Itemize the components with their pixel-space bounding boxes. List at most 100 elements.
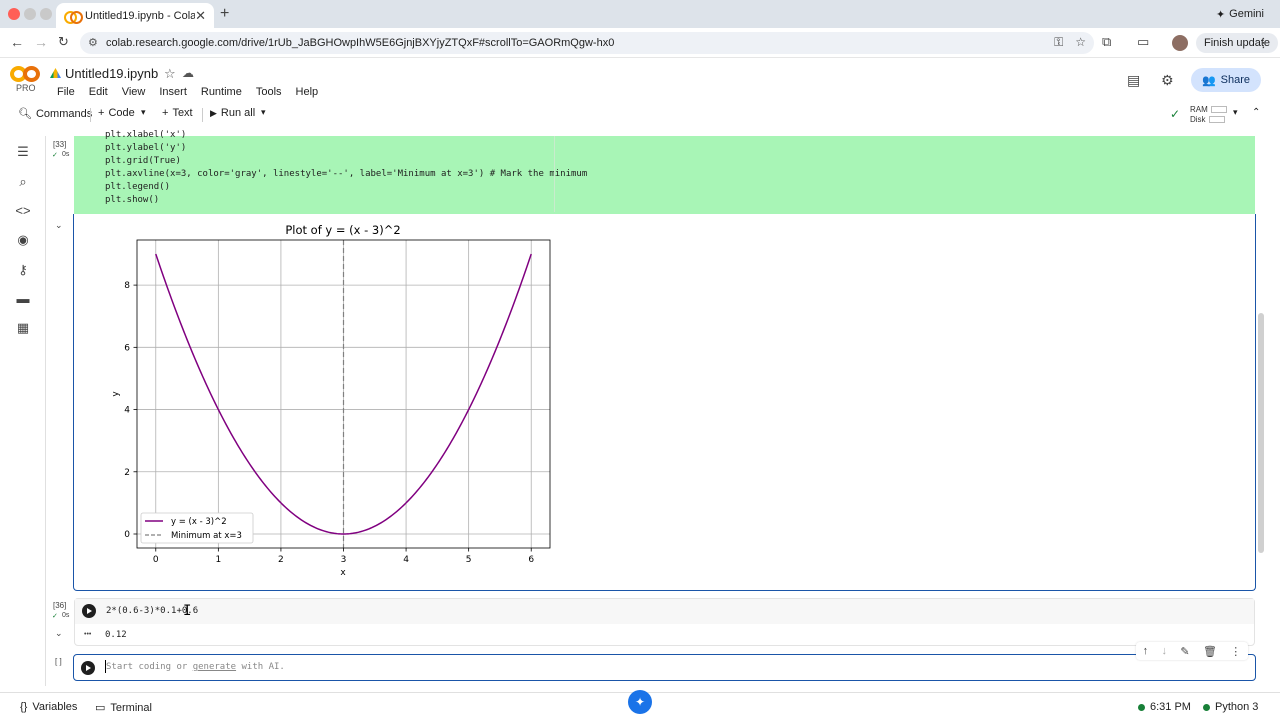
menu-file[interactable]: File	[50, 85, 82, 99]
browser-menu-icon[interactable]: ⋮	[1257, 35, 1270, 51]
x-tick-label: 0	[153, 555, 159, 565]
run-cell-button[interactable]	[81, 661, 95, 675]
runtime-status[interactable]: 6:31 PM	[1138, 701, 1191, 713]
cell-execution-count: [33]	[53, 140, 67, 149]
play-icon: ▶	[210, 107, 217, 118]
menu-insert[interactable]: Insert	[152, 85, 194, 99]
terminal-label: Terminal	[110, 701, 152, 714]
run-all-button[interactable]: ▶ Run all	[210, 107, 255, 119]
table-of-contents-icon[interactable]: ☰	[15, 144, 31, 160]
runtime-dropdown-caret-icon[interactable]: ▾	[1233, 107, 1238, 118]
comments-icon[interactable]: ▤	[1127, 72, 1140, 89]
menu-runtime[interactable]: Runtime	[194, 85, 249, 99]
output-menu-icon[interactable]: •••	[84, 631, 91, 638]
find-replace-icon[interactable]: ⌕	[15, 174, 31, 190]
code-snippets-icon[interactable]: <>	[15, 203, 31, 218]
back-arrow-icon[interactable]: ←	[10, 34, 24, 50]
run-cell-button[interactable]	[82, 604, 96, 618]
empty-code-cell[interactable]: Start coding or generate with AI.	[73, 654, 1256, 681]
pro-badge: PRO	[16, 83, 36, 93]
cell-execution-count: [36]	[53, 601, 67, 610]
code-line: plt.grid(True)	[105, 156, 181, 166]
x-tick-label: 4	[403, 555, 409, 565]
edit-pen-icon[interactable]: ✎	[1180, 645, 1189, 658]
code-line: plt.show()	[105, 195, 160, 205]
settings-gear-icon[interactable]: ⚙	[1161, 72, 1174, 89]
cell-exec-time: 0s	[62, 151, 70, 158]
y-tick-label: 6	[124, 343, 130, 353]
y-tick-label: 4	[124, 406, 130, 416]
people-icon: 👥	[1201, 74, 1216, 87]
forward-arrow-icon[interactable]: →	[34, 34, 48, 50]
cloud-save-icon: ☁	[182, 66, 194, 80]
variables-button[interactable]: {} Variables	[20, 701, 77, 713]
x-axis-label: x	[340, 568, 346, 578]
ram-label: RAM	[1190, 105, 1208, 114]
code-dropdown-caret-icon[interactable]: ▾	[141, 107, 146, 118]
address-bar[interactable]: ⚙ colab.research.google.com/drive/1rUb_J…	[80, 32, 1094, 54]
runtime-label: Python 3	[1215, 701, 1259, 713]
code-editor[interactable]	[75, 599, 1254, 624]
move-cell-down-icon[interactable]: ↓	[1162, 645, 1168, 657]
commands-button[interactable]: 🔍︎ Commands	[18, 107, 93, 121]
cell-success-check-icon: ✓	[52, 152, 58, 159]
menu-edit[interactable]: Edit	[82, 85, 115, 99]
menu-tools[interactable]: Tools	[249, 85, 289, 99]
variables-eye-icon[interactable]: ◉	[15, 232, 31, 248]
code-line: plt.ylabel('y')	[105, 143, 187, 153]
new-tab-button[interactable]: +	[220, 5, 229, 23]
cell-placeholder[interactable]: Start coding or generate with AI.	[106, 662, 285, 672]
commands-label: Commands	[35, 107, 93, 120]
close-tab-icon[interactable]: ✕	[195, 8, 206, 24]
bookmark-star-icon[interactable]: ☆	[1075, 35, 1086, 50]
share-label: Share	[1220, 74, 1251, 86]
more-options-icon[interactable]: ⋮	[1230, 645, 1241, 658]
terminal-button[interactable]: ▭ Terminal	[95, 701, 152, 715]
colab-logo[interactable]	[10, 66, 40, 82]
code-line: plt.axvline(x=3, color='gray', linestyle…	[105, 169, 588, 179]
collapse-output-chevron-icon[interactable]: ⌄	[55, 628, 63, 639]
data-table-icon[interactable]: ▦	[15, 320, 31, 336]
notebook-scrollbar[interactable]	[1258, 313, 1264, 553]
maximize-window-button[interactable]	[40, 8, 52, 20]
extensions-icon[interactable]: ⧉	[1102, 34, 1111, 50]
minimize-window-button[interactable]	[24, 8, 36, 20]
connected-check-icon: ✓	[1170, 107, 1181, 121]
close-window-button[interactable]	[8, 8, 20, 20]
delete-trash-icon[interactable]: 🗑︎	[1203, 645, 1217, 658]
x-tick-label: 3	[341, 555, 347, 565]
terminal-icon: ▭	[95, 702, 106, 714]
notebook-title[interactable]: Untitled19.ipynb	[65, 66, 158, 81]
menu-help[interactable]: Help	[289, 85, 326, 99]
site-settings-icon[interactable]: ⚙	[88, 36, 98, 49]
reload-icon[interactable]: ↻	[58, 34, 69, 50]
run-all-dropdown-caret-icon[interactable]: ▾	[261, 107, 266, 118]
y-tick-label: 2	[124, 468, 130, 478]
gemini-fab-button[interactable]: ✦	[628, 690, 652, 714]
resource-monitor[interactable]: RAM Disk	[1190, 105, 1227, 125]
share-button[interactable]: 👥 Share	[1191, 68, 1261, 92]
code-cell-36[interactable]: 2*(0.6-3)*0.1+0.6 I ••• 0.12	[74, 598, 1255, 646]
status-ok-icon	[1203, 703, 1210, 711]
collapse-output-chevron-icon[interactable]: ⌄	[55, 220, 63, 231]
code-cell-33[interactable]: plt.xlabel('x') plt.ylabel('y') plt.grid…	[74, 130, 1255, 214]
runtime-type[interactable]: Python 3	[1203, 701, 1258, 713]
side-panel-icon[interactable]: ▭	[1137, 34, 1149, 50]
gemini-browser-button[interactable]: ✦ Gemini	[1210, 4, 1270, 24]
collapse-header-icon[interactable]: ⌃	[1252, 107, 1260, 118]
secrets-key-icon[interactable]: ⚷	[15, 262, 31, 278]
placeholder-text: with AI.	[236, 662, 285, 672]
password-key-icon[interactable]: ⚿	[1054, 35, 1063, 50]
menu-view[interactable]: View	[115, 85, 153, 99]
url-text: colab.research.google.com/drive/1rUb_JaB…	[106, 37, 615, 49]
generate-link[interactable]: generate	[193, 662, 236, 672]
status-ok-icon	[1138, 703, 1145, 711]
add-code-button[interactable]: + Code	[98, 107, 135, 119]
star-icon[interactable]: ☆	[164, 66, 176, 82]
move-cell-up-icon[interactable]: ↑	[1143, 645, 1149, 657]
browser-profile-avatar[interactable]	[1172, 35, 1188, 51]
add-text-button[interactable]: + Text	[162, 107, 193, 119]
browser-tab-colab[interactable]: Untitled19.ipynb - Colab ✕	[56, 3, 214, 28]
plus-icon: +	[162, 107, 169, 119]
files-folder-icon[interactable]: ▬	[15, 291, 31, 306]
